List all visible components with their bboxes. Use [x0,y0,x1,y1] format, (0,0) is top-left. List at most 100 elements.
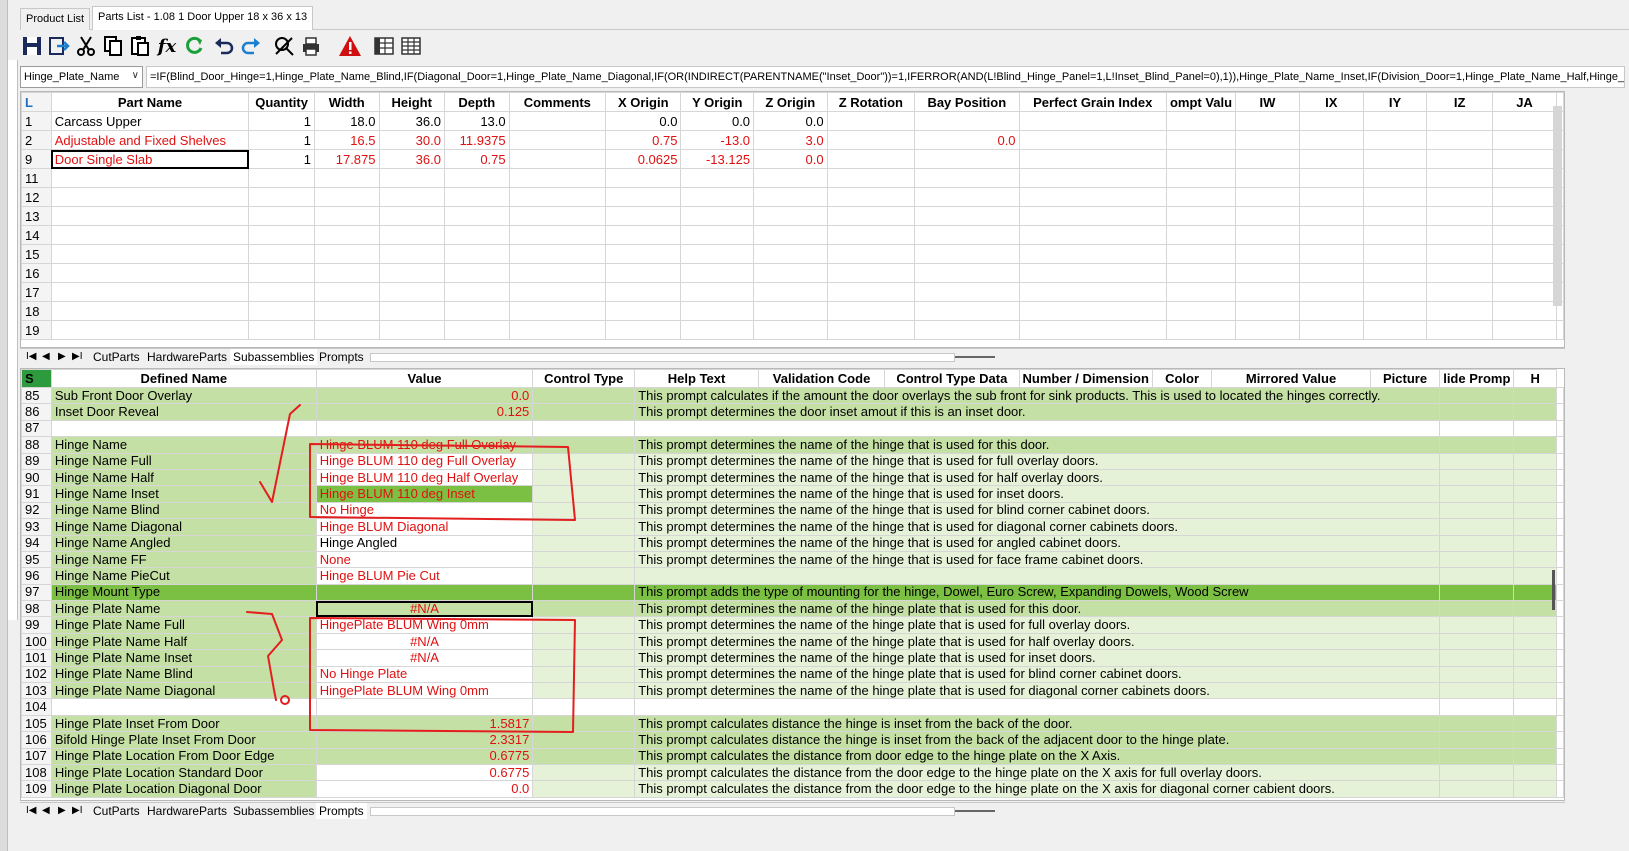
column-header[interactable]: lide Promp [1439,369,1515,388]
cell-empty[interactable] [1513,436,1557,454]
cell-width[interactable] [314,225,380,245]
column-header[interactable]: Value [315,369,534,388]
cell-bay[interactable] [914,168,1020,188]
row-number[interactable]: 96 [21,567,52,585]
column-header[interactable]: Quantity [248,92,316,112]
cell-help-text[interactable]: This prompt adds the type of mounting fo… [634,583,1441,602]
column-header[interactable]: Picture [1369,369,1441,388]
cell-comments[interactable] [508,320,607,340]
cell-empty[interactable] [1513,747,1557,765]
cell-empty[interactable] [1556,747,1564,765]
cell-empty[interactable] [1362,187,1428,207]
table-row[interactable]: 9 Door Single Slab 1 17.875 36.0 0.75 0.0625 -1… [21,149,1564,169]
cell-empty[interactable] [1439,600,1515,618]
cell-zrot[interactable] [826,320,916,340]
cell-empty[interactable] [1556,436,1564,454]
cell-z[interactable]: 0.0 [753,149,828,169]
cell-defined-name[interactable]: Hinge Plate Location From Door Edge [50,747,317,765]
column-header[interactable]: Number / Dimension [1018,369,1153,388]
cell-empty[interactable] [1556,485,1564,503]
cell-help-text[interactable]: This prompt calculates distance the hing… [634,731,1441,749]
cell-qty[interactable] [248,168,316,188]
column-header[interactable]: Width [314,92,380,112]
cell-width[interactable] [314,168,380,188]
sheet-tab-subassemblies[interactable]: Subassemblies [230,349,318,365]
cell-empty[interactable] [1235,263,1300,283]
table-row[interactable]: 93 Hinge Name Diagonal Hinge BLUM Diagonal… [21,518,1564,536]
cell-defined-name[interactable]: Hinge Name PieCut [50,567,317,585]
cell-x[interactable]: 0.0625 [604,149,682,169]
cell-value[interactable]: 0.0 [315,780,534,798]
cell-z[interactable]: 3.0 [753,130,828,150]
cell-empty[interactable] [1556,468,1564,487]
column-header[interactable]: Control Type Data [884,369,1020,388]
table-view-icon[interactable] [372,35,396,59]
sheet-tab-hardwareparts[interactable]: HardwareParts [144,803,230,819]
cell-empty[interactable] [1298,149,1364,169]
cell-depth[interactable] [443,168,510,188]
cell-value[interactable]: Hinge BLUM 110 deg Full Overlay [315,452,534,470]
row-number[interactable]: 103 [21,682,52,700]
column-header[interactable]: Z Origin [753,92,828,112]
row-number[interactable]: 16 [21,263,52,283]
cell-y[interactable] [680,225,755,245]
cell-qty[interactable] [248,244,316,264]
sheet-tab-subassemblies[interactable]: Subassemblies [230,803,317,819]
cell-width[interactable] [314,282,380,302]
cell-z[interactable] [753,320,828,340]
cell-empty[interactable] [1556,550,1564,569]
row-number[interactable]: 102 [21,665,52,684]
cell-empty[interactable] [1513,649,1557,667]
warning-icon[interactable] [338,35,362,59]
cell-empty[interactable] [1513,550,1557,569]
cell-empty[interactable] [1439,550,1515,569]
cell-empty[interactable] [1018,244,1167,264]
row-number[interactable]: 97 [21,583,52,602]
cell-empty[interactable] [1235,206,1300,226]
cell-value[interactable]: Hinge BLUM 110 deg Inset [315,485,534,503]
table-row[interactable]: 103 Hinge Plate Name Diagonal HingePlate B… [21,682,1564,700]
cell-width[interactable] [314,320,380,340]
cell-empty[interactable] [1513,534,1557,552]
cell-empty[interactable] [1556,665,1564,684]
cell-height[interactable] [378,225,445,245]
table-row[interactable]: 106 Bifold Hinge Plate Inset From Door 2.3… [21,731,1564,749]
cell-empty[interactable] [1165,130,1237,150]
table-row[interactable]: 100 Hinge Plate Name Half #N/A This prompt … [21,632,1564,651]
cell-empty[interactable] [1439,518,1515,536]
cell-value[interactable]: Hinge BLUM Pie Cut [315,567,534,585]
cell-empty[interactable] [1556,780,1564,798]
sheet-tab-prompts[interactable]: Prompts [316,803,367,819]
table-row[interactable]: 102 Hinge Plate Name Blind No Hinge Plate T… [21,665,1564,684]
last-sheet-icon[interactable]: ▶I [72,349,82,365]
redo-icon[interactable] [239,35,263,59]
cell-control-type[interactable] [532,534,636,552]
cell-z[interactable] [753,282,828,302]
cell-empty[interactable] [1235,301,1300,321]
table-row[interactable]: 90 Hinge Name Half Hinge BLUM 110 deg Half… [21,468,1564,487]
cell-empty[interactable] [1556,714,1564,733]
cell-control-type[interactable] [532,698,636,716]
prompts-grid-scrollbar[interactable] [1550,570,1558,610]
cell-bay[interactable] [914,282,1020,302]
cell-z[interactable] [753,225,828,245]
cell-empty[interactable] [1018,263,1167,283]
table-row[interactable]: 2 Adjustable and Fixed Shelves 1 16.5 30.0 11… [21,130,1564,150]
cell-help-text[interactable]: This prompt determines the name of the h… [634,632,1441,651]
cell-value[interactable] [315,583,534,602]
cell-empty[interactable] [1513,501,1557,520]
cell-help-text[interactable]: This prompt calculates the distance from… [634,747,1441,765]
cell-empty[interactable] [1439,714,1515,733]
column-header[interactable]: Perfect Grain Index [1018,92,1167,112]
cell-help-text[interactable]: This prompt determines the name of the h… [634,600,1441,618]
cell-defined-name[interactable]: Inset Door Reveal [50,403,317,421]
cell-z[interactable] [753,187,828,207]
cell-empty[interactable] [1556,452,1564,470]
table-row[interactable]: 101 Hinge Plate Name Inset #N/A This prompt… [21,649,1564,667]
table-row[interactable]: 108 Hinge Plate Location Standard Door 0.6… [21,763,1564,782]
column-header[interactable]: X Origin [604,92,682,112]
cell-empty[interactable] [1426,282,1494,302]
cell-y[interactable]: -13.125 [680,149,755,169]
cell-empty[interactable] [1362,320,1428,340]
cell-y[interactable] [680,301,755,321]
